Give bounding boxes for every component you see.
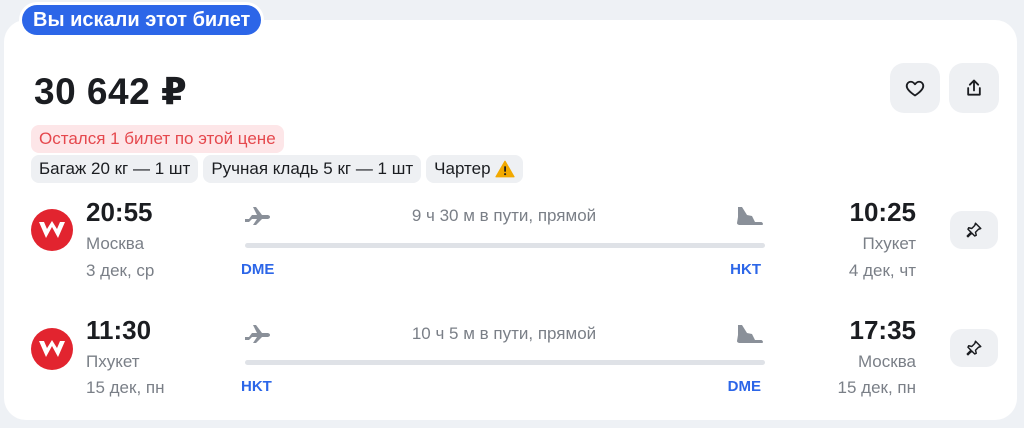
flight-duration: 10 ч 5 м в пути, прямой	[411, 324, 597, 343]
charter-tag[interactable]: Чартер	[426, 155, 523, 183]
last-ticket-warning: Остался 1 билет по этой цене	[31, 125, 284, 153]
arrival-date: 4 дек, чт	[848, 261, 916, 280]
departure-date: 15 дек, пн	[86, 378, 165, 397]
carry-on-label: Ручная кладь 5 кг — 1 шт	[211, 159, 414, 178]
ticket-price: 30 642 ₽	[34, 71, 188, 112]
pin-icon	[966, 222, 982, 238]
ticket-card[interactable]: 30 642 ₽ Остался 1 билет по этой цене Ба…	[4, 20, 1017, 420]
warning-icon	[494, 160, 515, 178]
departure-airport-code: DME	[241, 261, 275, 278]
searched-ticket-badge: Вы искали этот билет	[22, 5, 262, 35]
arrival-date: 15 дек, пн	[837, 378, 916, 397]
pin-icon	[966, 340, 982, 356]
plane-landing-icon	[737, 325, 763, 343]
pin-button[interactable]	[950, 329, 998, 367]
arrival-airport-code: DME	[727, 378, 761, 395]
route-line	[245, 243, 765, 248]
arrival-city: Пхукет	[862, 234, 916, 253]
plane-takeoff-icon	[245, 207, 270, 225]
pin-button[interactable]	[950, 211, 998, 249]
arrival-time: 10:25	[849, 197, 917, 227]
departure-airport-code: HKT	[241, 378, 272, 395]
route-line	[245, 360, 765, 365]
airline-logo	[31, 328, 73, 370]
departure-time: 20:55	[86, 197, 153, 227]
ticket-tags: Багаж 20 кг — 1 шт Ручная кладь 5 кг — 1…	[31, 155, 523, 183]
plane-landing-icon	[737, 207, 763, 225]
plane-takeoff-icon	[245, 325, 270, 343]
baggage-tag: Багаж 20 кг — 1 шт	[31, 155, 199, 183]
departure-date: 3 дек, ср	[86, 261, 155, 280]
baggage-label: Багаж 20 кг — 1 шт	[39, 159, 191, 178]
departure-time: 11:30	[86, 315, 152, 345]
share-icon	[967, 79, 981, 96]
arrival-city: Москва	[857, 352, 916, 371]
charter-label: Чартер	[434, 159, 491, 178]
departure-city: Пхукет	[86, 352, 140, 371]
airline-logo	[31, 209, 73, 251]
share-button[interactable]	[949, 63, 999, 113]
favorite-button[interactable]	[890, 63, 940, 113]
carry-on-tag: Ручная кладь 5 кг — 1 шт	[203, 155, 422, 183]
arrival-airport-code: HKT	[730, 261, 761, 278]
departure-city: Москва	[86, 234, 145, 253]
arrival-time: 17:35	[849, 315, 917, 345]
flight-duration: 9 ч 30 м в пути, прямой	[411, 206, 597, 225]
heart-icon	[905, 80, 925, 97]
